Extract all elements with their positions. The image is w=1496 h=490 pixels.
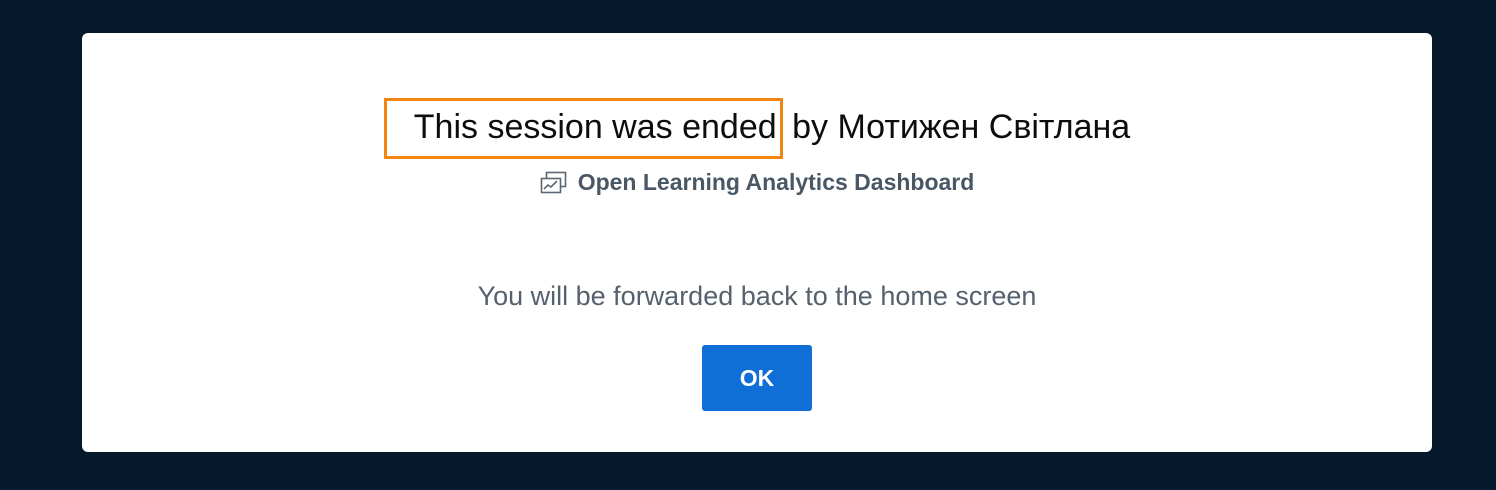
session-ended-dialog: This session was ended by Мотижен Світла…: [82, 33, 1432, 452]
session-name: Open Learning Analytics Dashboard: [577, 169, 975, 195]
presentation-icon: [540, 171, 568, 195]
highlighted-title-text: This session was ended: [384, 108, 783, 146]
ok-button[interactable]: OK: [702, 345, 812, 411]
forward-message: You will be forwarded back to the home s…: [477, 281, 1037, 311]
session-name-row: Open Learning Analytics Dashboard: [82, 169, 1432, 196]
dialog-title: This session was ended by Мотижен Світла…: [82, 110, 1432, 144]
title-ended-by-text: by Мотижен Світлана: [782, 108, 1131, 146]
